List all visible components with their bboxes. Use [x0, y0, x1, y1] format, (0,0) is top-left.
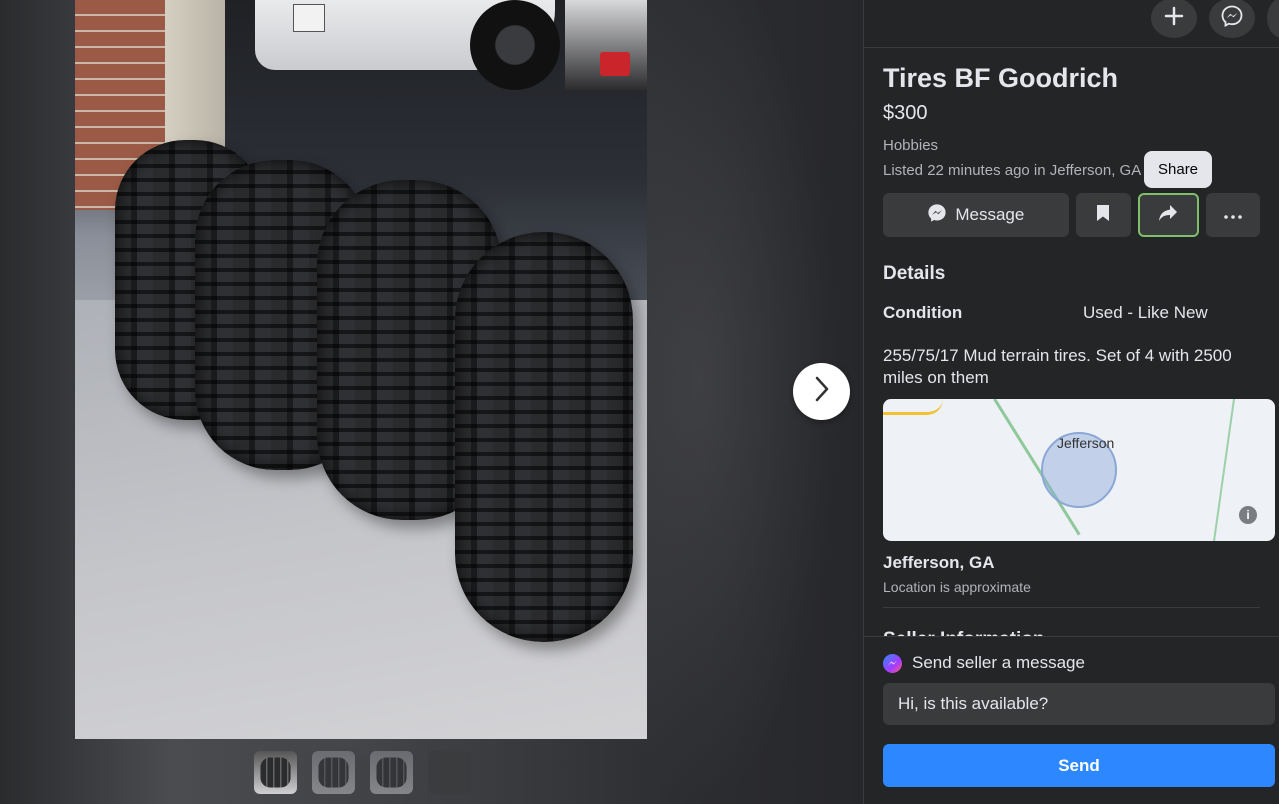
thumbnail[interactable]: [312, 751, 355, 794]
tail-light: [600, 52, 630, 76]
listing-description: 255/75/17 Mud terrain tires. Set of 4 wi…: [883, 346, 1232, 387]
listing-price: $300: [883, 102, 928, 124]
send-message-text: Send seller a message: [912, 653, 1085, 672]
condition-row: Condition Used - Like New: [883, 303, 1260, 323]
jeep: [565, 0, 647, 90]
messenger-icon: [1221, 5, 1243, 32]
bookmark-icon: [1096, 204, 1110, 227]
message-label: Message: [955, 205, 1025, 224]
location-note: Location is approximate: [883, 579, 1031, 595]
listed-time: Listed 22 minutes ago in Jefferson, GA: [883, 162, 1142, 179]
share-tooltip: Share: [1144, 151, 1213, 188]
chevron-right-icon: [812, 376, 832, 407]
car-wheel: [470, 0, 560, 90]
listing-panel: Tires BF Goodrich $300 Hobbies Listed 22…: [863, 0, 1279, 804]
plus-icon: [1164, 6, 1184, 31]
details-heading: Details: [883, 263, 946, 284]
tire: [455, 232, 633, 642]
condition-value: Used - Like New: [1083, 303, 1208, 322]
send-message-label: Send seller a message: [883, 653, 1261, 673]
location-map[interactable]: Jefferson i: [883, 399, 1275, 541]
map-river: [1212, 399, 1235, 541]
listing-photo: [75, 0, 647, 739]
action-bar: Message Share: [883, 151, 1260, 237]
next-photo-button[interactable]: [793, 363, 850, 420]
divider: [883, 607, 1260, 608]
top-bar: [864, 0, 1279, 48]
info-icon[interactable]: i: [1239, 506, 1257, 524]
save-button[interactable]: [1075, 193, 1132, 237]
map-city-label: Jefferson: [1057, 435, 1115, 451]
more-options-button[interactable]: [1205, 193, 1260, 237]
message-input[interactable]: [883, 683, 1275, 725]
thumbnail[interactable]: [428, 751, 471, 794]
share-button[interactable]: [1138, 193, 1199, 237]
condition-label: Condition: [883, 303, 963, 322]
share-arrow-icon: [1158, 204, 1178, 227]
thumbnail[interactable]: [254, 751, 297, 794]
send-button[interactable]: Send: [883, 744, 1275, 787]
message-composer: Send seller a message Send: [864, 636, 1279, 804]
message-button[interactable]: Message: [883, 193, 1069, 237]
create-button[interactable]: [1151, 0, 1197, 38]
messenger-button[interactable]: [1209, 0, 1255, 38]
map-road: [883, 399, 943, 415]
location-title[interactable]: Jefferson, GA: [883, 553, 1260, 573]
thumbnail[interactable]: [370, 751, 413, 794]
photo-viewer: [0, 0, 863, 804]
listing-title: Tires BF Goodrich: [883, 63, 1119, 93]
listing-details: Tires BF Goodrich $300 Hobbies Listed 22…: [864, 48, 1279, 642]
account-button[interactable]: [1267, 0, 1279, 38]
more-icon: [1223, 206, 1242, 224]
license-plate: [293, 4, 325, 32]
thumbnail-strip: [254, 751, 471, 794]
messenger-icon: [883, 653, 902, 673]
messenger-icon: [927, 203, 947, 228]
